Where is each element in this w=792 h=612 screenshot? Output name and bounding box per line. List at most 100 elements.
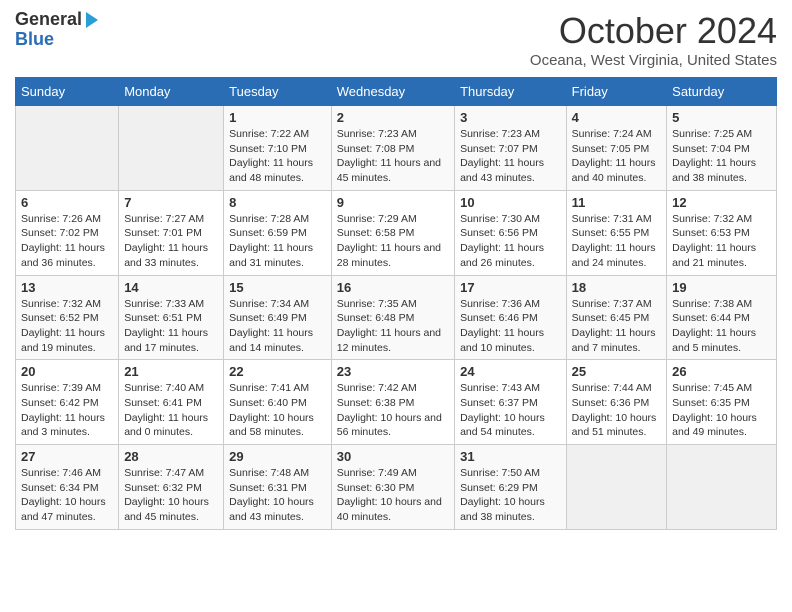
day-number: 16 (337, 280, 449, 295)
logo-arrow-icon (86, 12, 98, 28)
cell-content: Sunrise: 7:23 AM Sunset: 7:08 PM Dayligh… (337, 127, 449, 186)
calendar-cell: 23Sunrise: 7:42 AM Sunset: 6:38 PM Dayli… (331, 360, 454, 445)
cell-content: Sunrise: 7:31 AM Sunset: 6:55 PM Dayligh… (572, 212, 662, 271)
calendar-cell: 16 Sunrise: 7:35 AM Sunset: 6:48 PM Dayli… (331, 275, 454, 360)
calendar-cell (119, 106, 224, 191)
cell-content: Sunrise: 7:43 AM Sunset: 6:37 PM Dayligh… (460, 381, 561, 440)
cell-content: Sunrise: 7:40 AM Sunset: 6:41 PM Dayligh… (124, 381, 218, 440)
day-number: 3 (460, 110, 561, 125)
day-number: 29 (229, 449, 326, 464)
cell-content: Sunrise: 7:32 AM Sunset: 6:53 PM Dayligh… (672, 212, 771, 271)
day-number: 25 (572, 364, 662, 379)
day-number: 19 (672, 280, 771, 295)
cell-content: Sunrise: 7:34 AM Sunset: 6:49 PM Dayligh… (229, 297, 326, 356)
cell-content: Sunrise: 7:49 AM Sunset: 6:30 PM Dayligh… (337, 466, 449, 525)
calendar-cell: 9 Sunrise: 7:29 AM Sunset: 6:58 PM Daylig… (331, 190, 454, 275)
location: Oceana, West Virginia, United States (530, 52, 777, 69)
calendar-cell: 2 Sunrise: 7:23 AM Sunset: 7:08 PM Daylig… (331, 106, 454, 191)
calendar-cell: 8Sunrise: 7:28 AM Sunset: 6:59 PM Daylig… (224, 190, 332, 275)
cell-content: Sunrise: 7:38 AM Sunset: 6:44 PM Dayligh… (672, 297, 771, 356)
cell-content: Sunrise: 7:47 AM Sunset: 6:32 PM Dayligh… (124, 466, 218, 525)
title-area: October 2024 Oceana, West Virginia, Unit… (530, 10, 777, 69)
calendar-cell: 21 Sunrise: 7:40 AM Sunset: 6:41 PM Dayli… (119, 360, 224, 445)
calendar-cell: 27 Sunrise: 7:46 AM Sunset: 6:34 PM Dayli… (16, 445, 119, 530)
header-cell-saturday: Saturday (667, 78, 777, 106)
header-cell-thursday: Thursday (455, 78, 567, 106)
day-number: 24 (460, 364, 561, 379)
cell-content: Sunrise: 7:39 AM Sunset: 6:42 PM Dayligh… (21, 381, 113, 440)
day-number: 6 (21, 195, 113, 210)
cell-content: Sunrise: 7:44 AM Sunset: 6:36 PM Dayligh… (572, 381, 662, 440)
week-row-4: 20Sunrise: 7:39 AM Sunset: 6:42 PM Dayli… (16, 360, 777, 445)
day-number: 27 (21, 449, 113, 464)
day-number: 4 (572, 110, 662, 125)
calendar-cell: 28 Sunrise: 7:47 AM Sunset: 6:32 PM Dayli… (119, 445, 224, 530)
cell-content: Sunrise: 7:29 AM Sunset: 6:58 PM Dayligh… (337, 212, 449, 271)
cell-content: Sunrise: 7:32 AM Sunset: 6:52 PM Dayligh… (21, 297, 113, 356)
month-title: October 2024 (530, 10, 777, 52)
day-number: 23 (337, 364, 449, 379)
cell-content: Sunrise: 7:46 AM Sunset: 6:34 PM Dayligh… (21, 466, 113, 525)
calendar-cell: 11 Sunrise: 7:31 AM Sunset: 6:55 PM Dayli… (566, 190, 667, 275)
calendar-cell: 4 Sunrise: 7:24 AM Sunset: 7:05 PM Daylig… (566, 106, 667, 191)
header-cell-sunday: Sunday (16, 78, 119, 106)
calendar-table: SundayMondayTuesdayWednesdayThursdayFrid… (15, 77, 777, 530)
cell-content: Sunrise: 7:22 AM Sunset: 7:10 PM Dayligh… (229, 127, 326, 186)
week-row-5: 27 Sunrise: 7:46 AM Sunset: 6:34 PM Dayli… (16, 445, 777, 530)
day-number: 13 (21, 280, 113, 295)
calendar-cell: 25 Sunrise: 7:44 AM Sunset: 6:36 PM Dayli… (566, 360, 667, 445)
cell-content: Sunrise: 7:37 AM Sunset: 6:45 PM Dayligh… (572, 297, 662, 356)
calendar-cell (16, 106, 119, 191)
day-number: 9 (337, 195, 449, 210)
day-number: 5 (672, 110, 771, 125)
calendar-cell: 14 Sunrise: 7:33 AM Sunset: 6:51 PM Dayli… (119, 275, 224, 360)
header-cell-tuesday: Tuesday (224, 78, 332, 106)
calendar-cell: 10Sunrise: 7:30 AM Sunset: 6:56 PM Dayli… (455, 190, 567, 275)
calendar-cell: 13 Sunrise: 7:32 AM Sunset: 6:52 PM Dayli… (16, 275, 119, 360)
logo-blue-text: Blue (15, 30, 54, 50)
day-number: 8 (229, 195, 326, 210)
cell-content: Sunrise: 7:41 AM Sunset: 6:40 PM Dayligh… (229, 381, 326, 440)
day-number: 21 (124, 364, 218, 379)
cell-content: Sunrise: 7:50 AM Sunset: 6:29 PM Dayligh… (460, 466, 561, 525)
week-row-3: 13 Sunrise: 7:32 AM Sunset: 6:52 PM Dayli… (16, 275, 777, 360)
calendar-cell: 18Sunrise: 7:37 AM Sunset: 6:45 PM Dayli… (566, 275, 667, 360)
cell-content: Sunrise: 7:35 AM Sunset: 6:48 PM Dayligh… (337, 297, 449, 356)
logo-general-text: General (15, 10, 82, 30)
day-number: 7 (124, 195, 218, 210)
day-number: 31 (460, 449, 561, 464)
calendar-cell: 3 Sunrise: 7:23 AM Sunset: 7:07 PM Daylig… (455, 106, 567, 191)
calendar-cell: 31 Sunrise: 7:50 AM Sunset: 6:29 PM Dayli… (455, 445, 567, 530)
cell-content: Sunrise: 7:45 AM Sunset: 6:35 PM Dayligh… (672, 381, 771, 440)
calendar-cell: 17 Sunrise: 7:36 AM Sunset: 6:46 PM Dayli… (455, 275, 567, 360)
header-cell-friday: Friday (566, 78, 667, 106)
cell-content: Sunrise: 7:33 AM Sunset: 6:51 PM Dayligh… (124, 297, 218, 356)
day-number: 15 (229, 280, 326, 295)
calendar-cell: 7Sunrise: 7:27 AM Sunset: 7:01 PM Daylig… (119, 190, 224, 275)
day-number: 22 (229, 364, 326, 379)
day-number: 2 (337, 110, 449, 125)
calendar-cell: 12Sunrise: 7:32 AM Sunset: 6:53 PM Dayli… (667, 190, 777, 275)
cell-content: Sunrise: 7:25 AM Sunset: 7:04 PM Dayligh… (672, 127, 771, 186)
day-number: 17 (460, 280, 561, 295)
cell-content: Sunrise: 7:26 AM Sunset: 7:02 PM Dayligh… (21, 212, 113, 271)
header-cell-wednesday: Wednesday (331, 78, 454, 106)
header-row: SundayMondayTuesdayWednesdayThursdayFrid… (16, 78, 777, 106)
day-number: 11 (572, 195, 662, 210)
day-number: 10 (460, 195, 561, 210)
day-number: 30 (337, 449, 449, 464)
calendar-cell: 1 Sunrise: 7:22 AM Sunset: 7:10 PM Daylig… (224, 106, 332, 191)
page-header: General Blue October 2024 Oceana, West V… (15, 10, 777, 69)
cell-content: Sunrise: 7:23 AM Sunset: 7:07 PM Dayligh… (460, 127, 561, 186)
cell-content: Sunrise: 7:36 AM Sunset: 6:46 PM Dayligh… (460, 297, 561, 356)
calendar-cell: 6 Sunrise: 7:26 AM Sunset: 7:02 PM Daylig… (16, 190, 119, 275)
calendar-cell: 30 Sunrise: 7:49 AM Sunset: 6:30 PM Dayli… (331, 445, 454, 530)
calendar-cell: 15 Sunrise: 7:34 AM Sunset: 6:49 PM Dayli… (224, 275, 332, 360)
day-number: 28 (124, 449, 218, 464)
day-number: 1 (229, 110, 326, 125)
day-number: 14 (124, 280, 218, 295)
cell-content: Sunrise: 7:24 AM Sunset: 7:05 PM Dayligh… (572, 127, 662, 186)
calendar-cell: 26Sunrise: 7:45 AM Sunset: 6:35 PM Dayli… (667, 360, 777, 445)
calendar-cell: 24 Sunrise: 7:43 AM Sunset: 6:37 PM Dayli… (455, 360, 567, 445)
cell-content: Sunrise: 7:48 AM Sunset: 6:31 PM Dayligh… (229, 466, 326, 525)
